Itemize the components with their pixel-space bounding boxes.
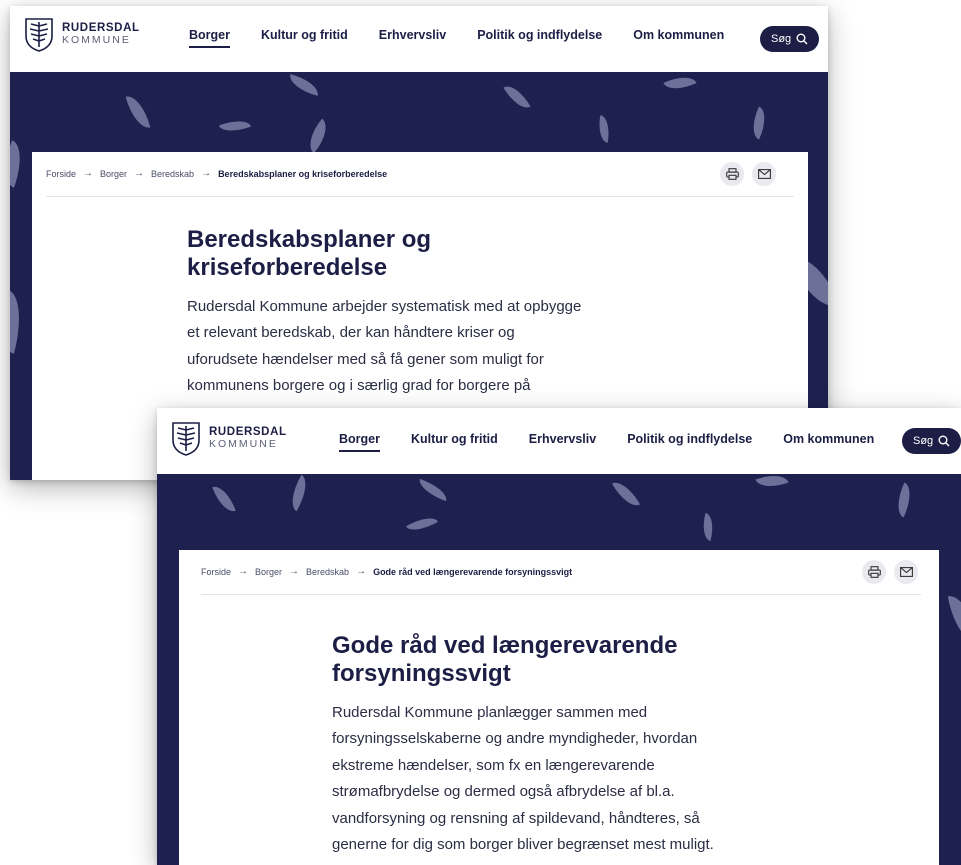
mail-button[interactable] (894, 560, 918, 584)
nav-item-erhvervsliv[interactable]: Erhvervsliv (379, 28, 446, 48)
arrow-right-icon: → (356, 566, 367, 577)
leaf-decoration (284, 474, 314, 512)
leaf-decoration (663, 72, 697, 96)
lead-line: Rudersdal Kommune planlægger sammen med (332, 704, 648, 721)
arrow-right-icon: → (289, 566, 300, 577)
site-header: RUDERSDAL KOMMUNE Borger Kultur og friti… (157, 408, 961, 474)
site-header: RUDERSDAL KOMMUNE Borger Kultur og friti… (10, 6, 828, 72)
leaf-decoration (212, 482, 236, 516)
lead-line: ekstreme hændelser, som fx en længerevar… (332, 756, 655, 774)
breadcrumb-forside[interactable]: Forside (46, 169, 76, 179)
leaf-decoration (503, 80, 531, 114)
nav-item-om-kommunen[interactable]: Om kommunen (633, 28, 724, 48)
lead-text: Rudersdal Kommune arbejder systematisk m… (187, 294, 707, 400)
search-icon (938, 435, 950, 447)
breadcrumb: Forside → Borger → Beredskab → Beredskab… (46, 168, 387, 179)
arrow-right-icon: → (83, 168, 94, 179)
nav-item-borger[interactable]: Borger (189, 28, 230, 48)
leaf-decoration (415, 478, 451, 502)
rudersdal-crest-icon (25, 18, 53, 52)
leaf-decoration (10, 290, 30, 354)
breadcrumb-current: Beredskabsplaner og kriseforberedelse (218, 168, 388, 179)
screenshot-forsyningssvigt: RUDERSDAL KOMMUNE Borger Kultur og friti… (157, 408, 961, 865)
leaf-decoration (890, 482, 918, 518)
lead-line: kommunens borgere og i særlig grad for b… (187, 377, 531, 395)
arrow-right-icon: → (201, 168, 212, 179)
arrow-right-icon: → (238, 566, 249, 577)
leaf-decoration (947, 592, 961, 646)
rudersdal-crest-icon (172, 422, 200, 456)
logo-sub: KOMMUNE (62, 33, 131, 46)
content-card: Forside → Borger → Beredskab → Gode råd … (179, 550, 939, 865)
lead-line: forsyningsselskaberne og andre myndighed… (332, 730, 698, 748)
title-line: kriseforberedelse (187, 254, 388, 281)
lead-line: generne for dig som borger bliver begræn… (332, 836, 714, 854)
main-nav: Borger Kultur og fritid Erhvervsliv Poli… (189, 28, 755, 48)
page-title: Beredskabsplaner og kriseforberedelse (187, 226, 431, 282)
lead-line: strømafbrydelse og dermed også afbrydels… (332, 783, 675, 801)
mail-icon (899, 567, 913, 577)
logo-name: RUDERSDAL (62, 22, 140, 35)
lead-line: vandforsyning og rensning af spildevand,… (332, 809, 700, 827)
nav-item-erhvervsliv[interactable]: Erhvervsliv (529, 432, 596, 452)
print-icon (867, 566, 881, 578)
logo-sub: KOMMUNE (209, 437, 278, 450)
mail-icon (757, 169, 771, 179)
mail-button[interactable] (752, 162, 776, 186)
title-line: forsyningssvigt (332, 660, 511, 687)
print-icon (725, 168, 739, 180)
lead-line: Rudersdal Kommune arbejder systematisk m… (187, 298, 582, 315)
title-line: Beredskabsplaner og (187, 226, 432, 253)
search-icon (796, 33, 808, 45)
leaf-decoration (611, 476, 641, 512)
nav-item-politik[interactable]: Politik og indflydelse (477, 28, 602, 48)
nav-item-politik[interactable]: Politik og indflydelse (627, 432, 752, 452)
print-button[interactable] (862, 560, 886, 584)
breadcrumb-current: Gode råd ved længerevarende forsyningssv… (373, 566, 573, 577)
breadcrumb-borger[interactable]: Borger (100, 169, 127, 179)
search-button[interactable]: Søg (902, 428, 961, 454)
breadcrumb-beredskab[interactable]: Beredskab (306, 567, 349, 577)
nav-item-om-kommunen[interactable]: Om kommunen (783, 432, 874, 452)
leaf-decoration (698, 512, 718, 542)
header-divider (46, 196, 794, 197)
lead-line: uforudsete hændelser med så få gener som… (187, 350, 544, 368)
breadcrumb-borger[interactable]: Borger (255, 567, 282, 577)
main-nav: Borger Kultur og fritid Erhvervsliv Poli… (339, 432, 905, 452)
search-label: Søg (771, 33, 792, 45)
nav-item-kultur[interactable]: Kultur og fritid (261, 28, 348, 48)
leaf-decoration (10, 140, 29, 188)
arrow-right-icon: → (134, 168, 145, 179)
leaf-decoration (746, 106, 772, 140)
breadcrumb-forside[interactable]: Forside (201, 567, 231, 577)
leaf-decoration (286, 74, 322, 96)
site-logo[interactable]: RUDERSDAL KOMMUNE (24, 16, 140, 52)
page-title: Gode råd ved længerevarende forsyningssv… (332, 632, 677, 688)
title-line: Gode råd ved længerevarende (332, 632, 678, 659)
header-divider (201, 594, 921, 595)
leaf-decoration (406, 511, 438, 537)
breadcrumb: Forside → Borger → Beredskab → Gode råd … (201, 566, 572, 577)
leaf-decoration (755, 474, 789, 493)
leaf-decoration (301, 118, 335, 154)
site-logo[interactable]: RUDERSDAL KOMMUNE (171, 420, 287, 456)
lead-line: et relevant beredskab, der kan håndtere … (187, 324, 515, 342)
leaf-decoration (125, 92, 151, 132)
nav-item-borger[interactable]: Borger (339, 432, 380, 452)
nav-item-kultur[interactable]: Kultur og fritid (411, 432, 498, 452)
print-button[interactable] (720, 162, 744, 186)
leaf-decoration (595, 115, 613, 143)
leaf-decoration (218, 115, 252, 137)
breadcrumb-beredskab[interactable]: Beredskab (151, 169, 194, 179)
search-label: Søg (913, 435, 934, 447)
search-button[interactable]: Søg (760, 26, 820, 52)
logo-name: RUDERSDAL (209, 426, 287, 439)
lead-text: Rudersdal Kommune planlægger sammen med … (332, 700, 892, 858)
